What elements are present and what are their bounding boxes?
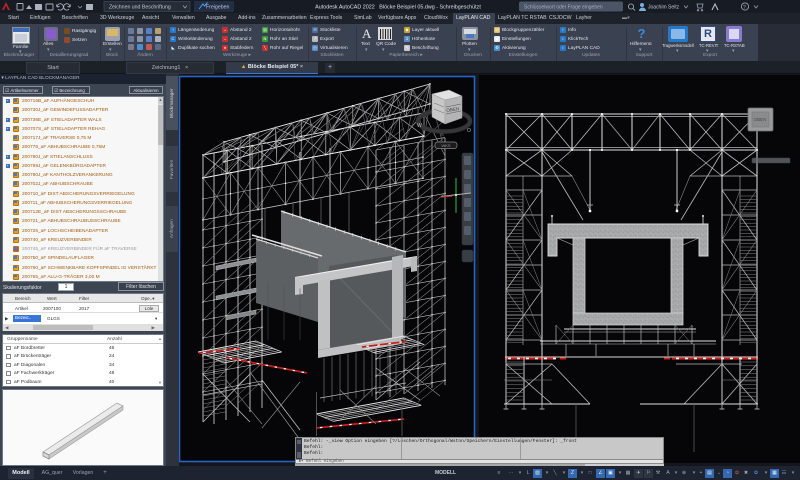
svg-text:Joachim Seitz: Joachim Seitz xyxy=(648,5,680,11)
svg-text:Schlüsselwort oder Frage einge: Schlüsselwort oder Frage eingeben xyxy=(524,5,603,11)
svg-text:OBEN: OBEN xyxy=(754,117,767,122)
svg-text:Zeichnen und Beschriftung: Zeichnen und Beschriftung xyxy=(109,5,171,11)
svg-text:S: S xyxy=(441,132,444,137)
svg-text:W: W xyxy=(417,123,422,129)
svg-text:Autodesk AutoCAD 2022 Blöcke: Autodesk AutoCAD 2022 Blöcke Beispiel 05… xyxy=(315,5,481,11)
svg-text:?: ? xyxy=(743,5,746,11)
svg-text:Freigeben: Freigeben xyxy=(206,5,229,11)
svg-text:O: O xyxy=(467,128,471,134)
svg-text:WKS: WKS xyxy=(441,143,450,148)
